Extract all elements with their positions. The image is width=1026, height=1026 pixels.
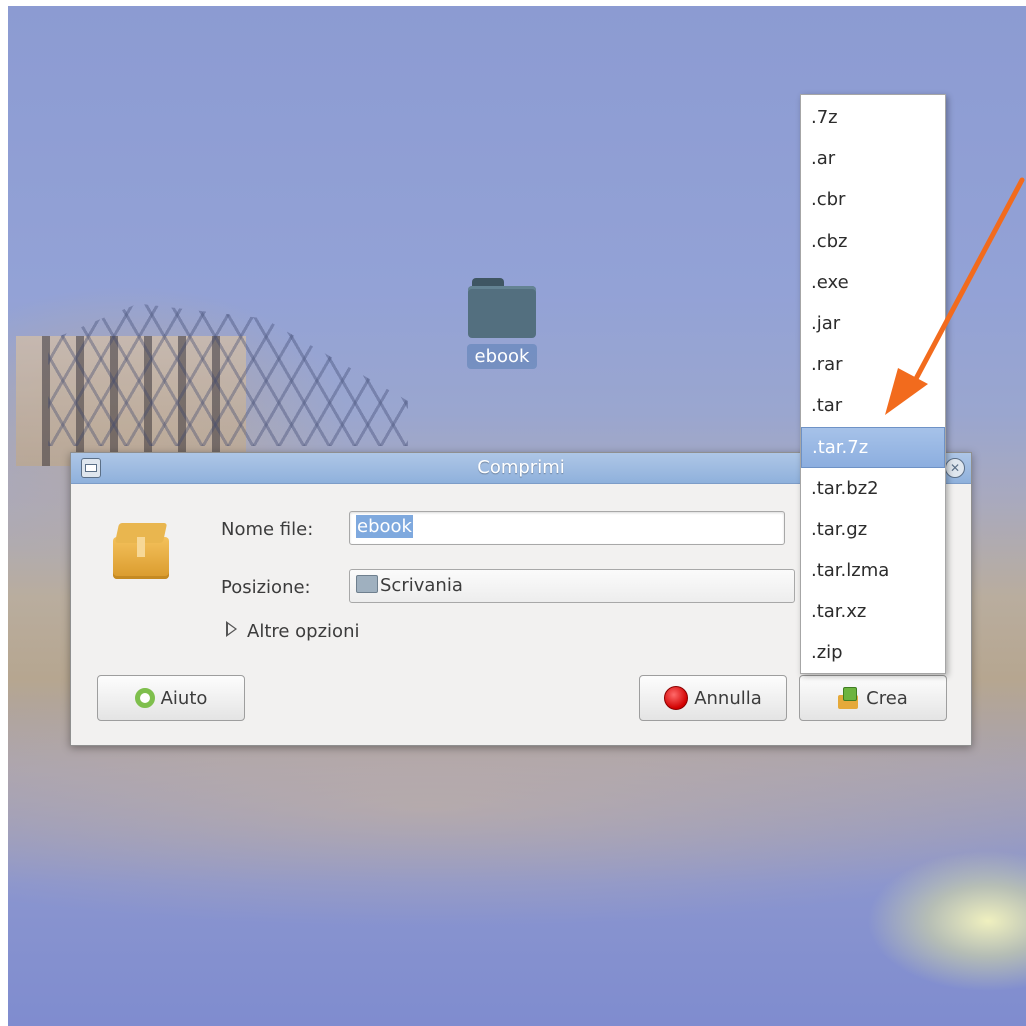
menu-item-cbr[interactable]: .cbr: [801, 179, 945, 220]
create-archive-icon: [838, 687, 860, 709]
help-button-label: Aiuto: [160, 687, 208, 709]
wallpaper-bridge: [48, 303, 408, 446]
location-label: Posizione:: [221, 577, 311, 598]
location-value: Scrivania: [380, 575, 463, 596]
menu-item-jar[interactable]: .jar: [801, 303, 945, 344]
filename-input[interactable]: ebook: [349, 511, 785, 545]
cancel-button-label: Annulla: [694, 687, 762, 709]
desktop-folder-label: ebook: [466, 344, 538, 369]
close-icon[interactable]: ✕: [945, 458, 965, 478]
menu-item-tar-7z[interactable]: .tar.7z: [801, 426, 945, 468]
location-combo[interactable]: Scrivania: [349, 569, 795, 603]
folder-icon: [468, 278, 536, 338]
more-options-label: Altre opzioni: [247, 621, 360, 642]
menu-item-tar[interactable]: .tar: [801, 385, 945, 426]
menu-item-tar-lzma[interactable]: .tar.lzma: [801, 550, 945, 591]
help-button[interactable]: Aiuto: [97, 675, 245, 721]
more-options-expander[interactable]: Altre opzioni: [226, 621, 360, 642]
create-button-label: Crea: [866, 687, 908, 709]
expander-triangle-icon: [226, 621, 237, 637]
desktop-folder-ebook[interactable]: ebook: [462, 278, 542, 369]
menu-item-tar-gz[interactable]: .tar.gz: [801, 509, 945, 550]
cancel-button[interactable]: Annulla: [639, 675, 787, 721]
menu-item-rar[interactable]: .rar: [801, 344, 945, 385]
filename-value: ebook: [356, 515, 413, 538]
stop-icon: [664, 686, 689, 710]
folder-icon: [356, 575, 378, 593]
filename-label: Nome file:: [221, 519, 314, 540]
archive-box-icon: [111, 523, 171, 581]
window-menu-icon[interactable]: [81, 458, 101, 478]
help-lifebuoy-icon: [134, 688, 155, 708]
menu-item-exe[interactable]: .exe: [801, 262, 945, 303]
menu-item-tar-xz[interactable]: .tar.xz: [801, 591, 945, 632]
menu-item-7z[interactable]: .7z: [801, 97, 945, 138]
menu-item-tar-bz2[interactable]: .tar.bz2: [801, 468, 945, 509]
menu-item-cbz[interactable]: .cbz: [801, 221, 945, 262]
create-button[interactable]: Crea: [799, 675, 947, 721]
extension-dropdown-menu: .7z .ar .cbr .cbz .exe .jar .rar .tar .t…: [800, 94, 946, 674]
menu-item-ar[interactable]: .ar: [801, 138, 945, 179]
menu-item-zip[interactable]: .zip: [801, 632, 945, 673]
dialog-title: Comprimi: [477, 457, 565, 478]
